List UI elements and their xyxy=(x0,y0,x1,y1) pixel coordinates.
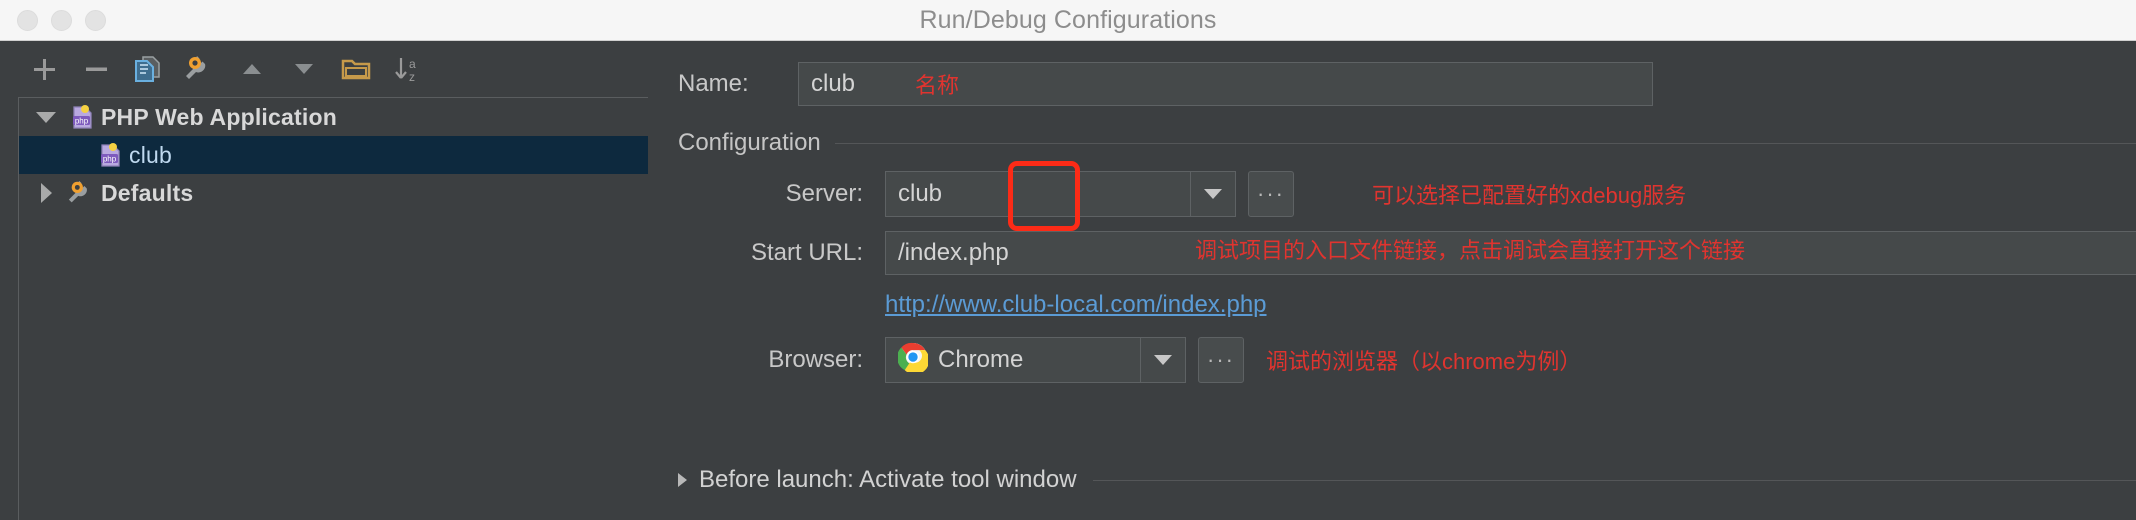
chevron-right-icon[interactable] xyxy=(678,473,687,487)
remove-configuration-button[interactable] xyxy=(70,46,122,92)
tree-item-label: PHP Web Application xyxy=(101,103,337,130)
configuration-group-title: Configuration xyxy=(678,129,821,156)
start-url-control: /index.php 调试项目的入口文件链接，点击调试会直接打开这个链接 xyxy=(885,231,2136,275)
server-combobox[interactable]: club xyxy=(885,171,1236,217)
tree-item-label: club xyxy=(129,141,172,168)
browser-control: Chrome ··· 调试的浏览器（以chrome为例） xyxy=(885,337,1581,383)
browser-browse-button[interactable]: ··· xyxy=(1198,337,1244,383)
before-launch-divider xyxy=(1092,479,2136,481)
tree-item-club[interactable]: php club xyxy=(19,136,648,174)
chrome-icon xyxy=(897,342,930,379)
tree-item-php-web-application[interactable]: php PHP Web Application xyxy=(19,98,648,136)
gear-wrench-icon xyxy=(63,178,101,208)
edit-defaults-button[interactable] xyxy=(174,46,226,92)
window-title: Run/Debug Configurations xyxy=(919,5,1217,34)
group-divider xyxy=(834,142,2136,144)
server-row: Server: club ··· 可以选择已配置好的xdebug服务 xyxy=(648,161,2136,231)
chevron-down-icon[interactable] xyxy=(1190,171,1236,217)
chevron-right-icon[interactable] xyxy=(29,183,63,203)
tree-item-label: Defaults xyxy=(101,179,194,206)
configurations-toolbar: a z xyxy=(0,41,648,97)
chevron-down-icon[interactable] xyxy=(1140,337,1186,383)
svg-text:php: php xyxy=(75,116,89,125)
configurations-pane: a z php PHP Web Application php club Def… xyxy=(0,41,648,520)
configuration-group-header: Configuration xyxy=(678,129,2136,157)
dialog-body: a z php PHP Web Application php club Def… xyxy=(0,41,2136,520)
server-annotation: 可以选择已配置好的xdebug服务 xyxy=(1372,183,1687,208)
php-web-app-icon: php xyxy=(63,102,101,132)
name-label: Name: xyxy=(678,70,749,97)
svg-text:a: a xyxy=(409,57,416,71)
name-input[interactable]: club 名称 xyxy=(798,62,1653,106)
start-url-label: Start URL: xyxy=(750,239,863,266)
svg-text:z: z xyxy=(409,70,415,84)
name-input-value: club xyxy=(811,70,856,97)
add-configuration-button[interactable] xyxy=(18,46,70,92)
copy-configuration-button[interactable] xyxy=(122,46,174,92)
browser-annotation: 调试的浏览器（以chrome为例） xyxy=(1266,349,1582,374)
browser-combobox[interactable]: Chrome xyxy=(885,337,1186,383)
browser-name: Chrome xyxy=(938,346,1024,373)
start-url-annotation: 调试项目的入口文件链接，点击调试会直接打开这个链接 xyxy=(1195,238,1746,263)
move-down-button[interactable] xyxy=(278,46,330,92)
create-folder-button[interactable] xyxy=(330,46,382,92)
resolved-url-link[interactable]: http://www.club-local.com/index.php xyxy=(885,291,1267,319)
configurations-tree[interactable]: php PHP Web Application php club Default… xyxy=(18,97,648,520)
configuration-editor-pane: Name: club 名称 Share Single instance only xyxy=(648,41,2136,520)
sort-button[interactable]: a z xyxy=(382,46,434,92)
name-annotation: 名称 xyxy=(915,73,960,98)
move-up-button[interactable] xyxy=(226,46,278,92)
start-url-row: Start URL: /index.php 调试项目的入口文件链接，点击调试会直… xyxy=(648,231,2136,275)
browser-label: Browser: xyxy=(768,346,863,373)
before-launch-label: Before launch: Activate tool window xyxy=(699,466,1077,493)
title-bar: Run/Debug Configurations xyxy=(0,0,2136,41)
before-launch-row[interactable]: Before launch: Activate tool window xyxy=(678,466,2136,494)
svg-text:php: php xyxy=(103,154,117,163)
browser-row: Browser: Chrome ··· 调试的浏览器（以chrome为例） xyxy=(648,337,2136,383)
php-file-icon: php xyxy=(91,140,129,170)
server-control: club ··· 可以选择已配置好的xdebug服务 xyxy=(885,161,1687,231)
name-row: Name: club 名称 xyxy=(648,41,2136,107)
server-browse-button[interactable]: ··· xyxy=(1248,171,1294,217)
tree-item-defaults[interactable]: Defaults xyxy=(19,174,648,212)
server-combobox-value[interactable]: club xyxy=(885,171,1190,217)
chevron-down-icon[interactable] xyxy=(29,111,63,123)
run-debug-configurations-dialog: Run/Debug Configurations a z php PHP Web… xyxy=(0,0,2136,520)
browser-combobox-value[interactable]: Chrome xyxy=(885,337,1140,383)
server-label: Server: xyxy=(785,180,863,207)
start-url-input-value: /index.php xyxy=(898,239,1009,266)
